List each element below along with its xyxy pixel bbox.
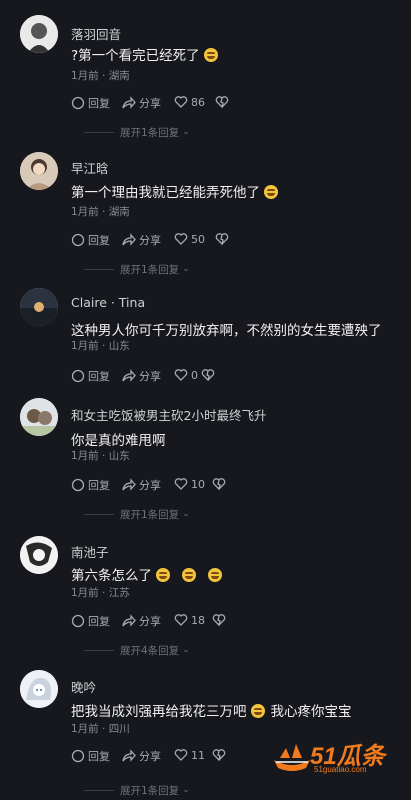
comment-meta: 1月前 · 湖南 bbox=[71, 206, 130, 218]
reply-button[interactable]: 回复 bbox=[71, 748, 110, 764]
divider-line bbox=[84, 649, 114, 651]
username[interactable]: 和女主吃饭被男主砍2小时最终飞升 bbox=[71, 405, 266, 424]
expand-replies-button[interactable]: 展开1条回复 ⌄ bbox=[84, 783, 334, 797]
heart-icon bbox=[174, 96, 188, 108]
share-button[interactable]: 分享 bbox=[122, 477, 161, 493]
divider-line bbox=[84, 789, 114, 791]
comment-meta: 1月前 · 江苏 bbox=[71, 587, 130, 599]
broken-heart-icon bbox=[212, 614, 226, 627]
smiling-emoji-icon bbox=[156, 568, 170, 582]
divider-line bbox=[84, 268, 114, 270]
expand-replies-button[interactable]: 展开4条回复 ⌄ bbox=[84, 643, 334, 657]
broken-heart-icon bbox=[201, 369, 215, 382]
chevron-down-icon: ⌄ bbox=[182, 785, 190, 795]
smiling-emoji-icon bbox=[264, 185, 278, 199]
comment-bubble-icon bbox=[71, 96, 85, 110]
dislike-button[interactable] bbox=[212, 477, 229, 491]
broken-heart-icon bbox=[215, 233, 229, 246]
comment-meta: 1月前 · 湖南 bbox=[71, 70, 130, 82]
like-button[interactable]: 18 bbox=[174, 613, 205, 627]
comment-meta: 1月前 · 四川 bbox=[71, 723, 130, 735]
avatar[interactable] bbox=[20, 670, 58, 708]
comment-text: ?第一个看完已经死了 bbox=[71, 44, 218, 64]
smiling-emoji-icon bbox=[208, 568, 222, 582]
dislike-button[interactable] bbox=[215, 95, 232, 109]
smiling-emoji-icon bbox=[250, 704, 265, 718]
username[interactable]: 落羽回音 bbox=[71, 24, 121, 43]
watermark-url: 51guatiao.com bbox=[314, 765, 367, 774]
share-button[interactable]: 分享 bbox=[122, 232, 161, 248]
avatar[interactable] bbox=[20, 15, 58, 53]
smiling-emoji-icon bbox=[182, 568, 196, 582]
comment-bubble-icon bbox=[71, 749, 85, 763]
share-button[interactable]: 分享 bbox=[122, 748, 161, 764]
expand-replies-button[interactable]: 展开1条回复 ⌄ bbox=[84, 507, 334, 521]
share-arrow-icon bbox=[122, 369, 136, 382]
broken-heart-icon bbox=[212, 749, 226, 762]
avatar[interactable] bbox=[20, 152, 58, 190]
dislike-button[interactable] bbox=[212, 613, 229, 627]
broken-heart-icon bbox=[212, 478, 226, 491]
share-arrow-icon bbox=[122, 478, 136, 491]
share-arrow-icon bbox=[122, 233, 136, 246]
like-button[interactable]: 11 bbox=[174, 748, 205, 762]
share-button[interactable]: 分享 bbox=[122, 613, 161, 629]
chevron-down-icon: ⌄ bbox=[182, 509, 190, 519]
share-arrow-icon bbox=[122, 614, 136, 627]
comment-bubble-icon bbox=[71, 233, 85, 247]
share-button[interactable]: 分享 bbox=[122, 368, 161, 384]
reply-button[interactable]: 回复 bbox=[71, 477, 110, 493]
expand-replies-button[interactable]: 展开1条回复 ⌄ bbox=[84, 262, 334, 276]
like-button[interactable]: 86 bbox=[174, 95, 205, 109]
reply-button[interactable]: 回复 bbox=[71, 368, 110, 384]
share-arrow-icon bbox=[122, 749, 136, 762]
comment-bubble-icon bbox=[71, 614, 85, 628]
comment-text: 这种男人你可千万别放弃啊，不然别的女生要遭殃了 bbox=[71, 323, 382, 339]
heart-icon bbox=[174, 749, 188, 761]
chevron-down-icon: ⌄ bbox=[182, 264, 190, 274]
share-arrow-icon bbox=[122, 96, 136, 109]
reply-button[interactable]: 回复 bbox=[71, 95, 110, 111]
comment-text: 你是真的难甩啊 bbox=[71, 433, 166, 449]
heart-icon bbox=[174, 233, 188, 245]
heart-icon bbox=[174, 614, 188, 626]
divider-line bbox=[84, 131, 114, 133]
username[interactable]: 晚吟 bbox=[71, 677, 96, 696]
avatar[interactable] bbox=[20, 288, 58, 326]
expand-replies-button[interactable]: 展开1条回复 ⌄ bbox=[84, 125, 334, 139]
ship-logo-icon bbox=[274, 744, 310, 771]
reply-button[interactable]: 回复 bbox=[71, 613, 110, 629]
comment-bubble-icon bbox=[71, 478, 85, 492]
share-button[interactable]: 分享 bbox=[122, 95, 161, 111]
reply-button[interactable]: 回复 bbox=[71, 232, 110, 248]
comment-text: 第六条怎么了 bbox=[71, 564, 222, 584]
divider-line bbox=[84, 513, 114, 515]
username[interactable]: 南池子 bbox=[71, 542, 109, 561]
comment-text: 第一个理由我就已经能弄死他了 bbox=[71, 181, 278, 201]
comment-text: 把我当成刘强再给我花三万吧 我心疼你宝宝 bbox=[71, 704, 352, 720]
like-button[interactable]: 50 bbox=[174, 232, 205, 246]
watermark-logo: 51瓜条 51guatiao.com bbox=[272, 734, 406, 778]
heart-icon bbox=[174, 478, 188, 490]
comment-bubble-icon bbox=[71, 369, 85, 383]
avatar[interactable] bbox=[20, 536, 58, 574]
broken-heart-icon bbox=[215, 96, 229, 109]
laughing-emoji-icon bbox=[203, 48, 218, 62]
comment-meta: 1月前 · 山东 bbox=[71, 340, 130, 352]
avatar[interactable] bbox=[20, 398, 58, 436]
chevron-down-icon: ⌄ bbox=[182, 127, 190, 137]
heart-icon bbox=[174, 369, 188, 381]
dislike-button[interactable] bbox=[201, 368, 218, 382]
chevron-down-icon: ⌄ bbox=[182, 645, 190, 655]
dislike-button[interactable] bbox=[215, 232, 232, 246]
username[interactable]: 早江晗 bbox=[71, 158, 109, 177]
like-button[interactable]: 10 bbox=[174, 477, 205, 491]
dislike-button[interactable] bbox=[212, 748, 229, 762]
like-button[interactable]: 0 bbox=[174, 368, 198, 382]
username[interactable]: Claire · Tina bbox=[71, 295, 145, 310]
comment-meta: 1月前 · 山东 bbox=[71, 450, 130, 462]
